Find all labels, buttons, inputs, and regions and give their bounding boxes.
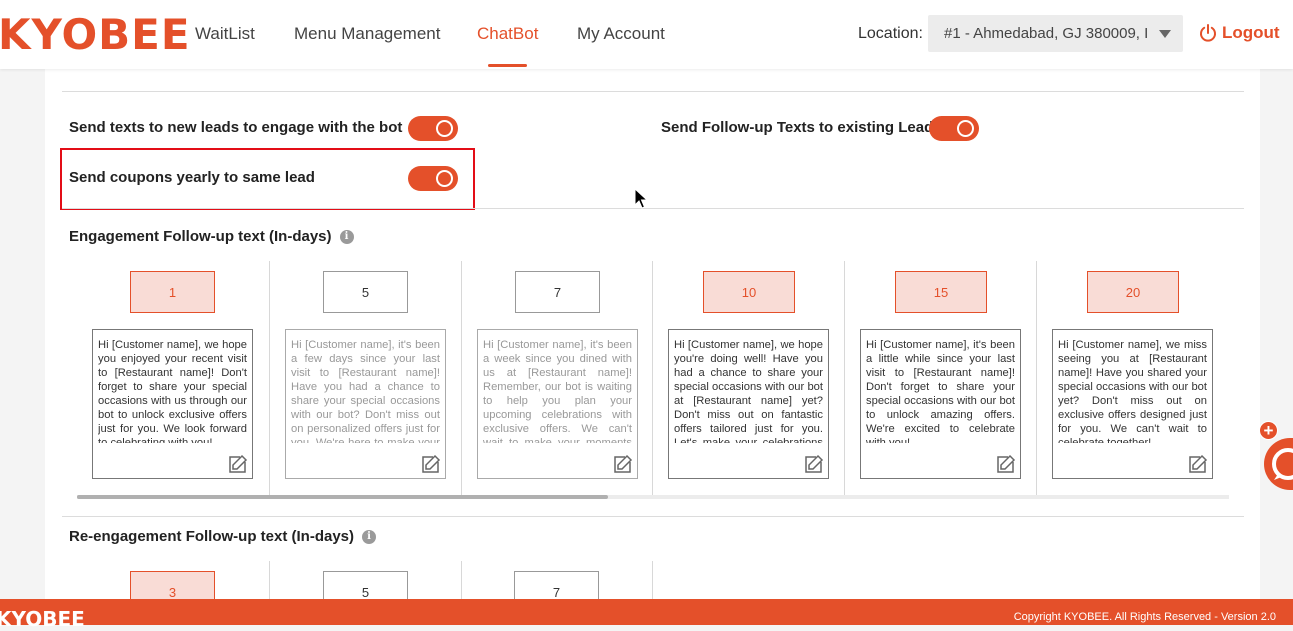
message-card: Hi [Customer name], we hope you're doing… bbox=[668, 329, 829, 479]
coupons-toggle[interactable] bbox=[408, 166, 458, 191]
location-select[interactable]: #1 - Ahmedabad, GJ 380009, India bbox=[928, 15, 1183, 52]
top-navigation-bar: KYOBEE WaitList Menu Management ChatBot … bbox=[0, 0, 1293, 69]
edit-icon[interactable] bbox=[613, 454, 633, 474]
mouse-cursor-icon bbox=[634, 188, 648, 209]
add-icon[interactable]: + bbox=[1259, 421, 1278, 440]
message-text[interactable]: Hi [Customer name], it's been a few days… bbox=[291, 338, 440, 443]
location-label: Location: bbox=[858, 25, 923, 42]
edit-icon[interactable] bbox=[228, 454, 248, 474]
location-select-value: #1 - Ahmedabad, GJ 380009, India bbox=[944, 25, 1149, 42]
chat-bubble-icon bbox=[1272, 448, 1293, 480]
info-icon[interactable]: i bbox=[362, 529, 377, 544]
edit-icon[interactable] bbox=[421, 454, 441, 474]
day-input-15[interactable]: 15 bbox=[895, 271, 987, 313]
engagement-section-title: Engagement Follow-up text (In-days) i bbox=[69, 228, 354, 245]
reengagement-section-title: Re-engagement Follow-up text (In-days) i bbox=[69, 528, 377, 545]
message-card: Hi [Customer name], it's been a few days… bbox=[285, 329, 446, 479]
message-text[interactable]: Hi [Customer name], we hope you enjoyed … bbox=[98, 338, 247, 443]
chevron-down-icon bbox=[1159, 30, 1171, 38]
info-icon[interactable]: i bbox=[339, 229, 354, 244]
reengagement-title-text: Re-engagement Follow-up text (In-days) bbox=[69, 528, 355, 545]
message-text[interactable]: Hi [Customer name], it's been a week sin… bbox=[483, 338, 632, 443]
divider bbox=[62, 516, 1244, 517]
footer-copyright: Copyright KYOBEE. All Rights Reserved - … bbox=[1013, 611, 1276, 623]
day-input-20[interactable]: 20 bbox=[1087, 271, 1179, 313]
message-text[interactable]: Hi [Customer name], we hope you're doing… bbox=[674, 338, 823, 443]
day-input-1[interactable]: 1 bbox=[130, 271, 215, 313]
day-input-5[interactable]: 5 bbox=[323, 271, 408, 313]
column-divider bbox=[844, 261, 845, 496]
divider bbox=[62, 91, 1244, 92]
horizontal-scrollbar[interactable] bbox=[77, 495, 1229, 499]
logout-button[interactable]: Logout bbox=[1198, 23, 1280, 43]
coupons-toggle-label: Send coupons yearly to same lead bbox=[69, 169, 315, 186]
message-card: Hi [Customer name], it's been a week sin… bbox=[477, 329, 638, 479]
new-leads-toggle-label: Send texts to new leads to engage with t… bbox=[69, 119, 403, 136]
edit-icon[interactable] bbox=[996, 454, 1016, 474]
day-input-10[interactable]: 10 bbox=[703, 271, 795, 313]
nav-item-waitlist[interactable]: WaitList bbox=[195, 24, 255, 44]
new-leads-toggle[interactable] bbox=[408, 116, 458, 141]
toggle-knob bbox=[436, 120, 453, 137]
follow-up-toggle[interactable] bbox=[929, 116, 979, 141]
edit-icon[interactable] bbox=[804, 454, 824, 474]
day-input-7[interactable]: 7 bbox=[515, 271, 600, 313]
column-divider bbox=[269, 261, 270, 496]
message-card: Hi [Customer name], we hope you enjoyed … bbox=[92, 329, 253, 479]
chat-widget-button[interactable] bbox=[1264, 438, 1293, 490]
column-divider bbox=[652, 261, 653, 496]
active-tab-indicator bbox=[488, 64, 527, 67]
message-card: Hi [Customer name], we miss seeing you a… bbox=[1052, 329, 1213, 479]
footer-logo: KYOBEE bbox=[0, 607, 85, 631]
nav-item-my-account[interactable]: My Account bbox=[577, 24, 665, 44]
nav-item-menu-management[interactable]: Menu Management bbox=[294, 24, 440, 44]
nav-item-chatbot[interactable]: ChatBot bbox=[477, 24, 538, 44]
follow-up-toggle-label: Send Follow-up Texts to existing Leads bbox=[661, 119, 942, 136]
column-divider bbox=[461, 561, 462, 601]
scrollbar-thumb[interactable] bbox=[77, 495, 608, 499]
footer: KYOBEE Copyright KYOBEE. All Rights Rese… bbox=[0, 599, 1293, 631]
edit-icon[interactable] bbox=[1188, 454, 1208, 474]
toggle-knob bbox=[957, 120, 974, 137]
column-divider bbox=[652, 561, 653, 601]
logout-label: Logout bbox=[1222, 23, 1280, 42]
message-text[interactable]: Hi [Customer name], it's been a little w… bbox=[866, 338, 1015, 443]
column-divider bbox=[269, 561, 270, 601]
column-divider bbox=[1036, 261, 1037, 496]
message-text[interactable]: Hi [Customer name], we miss seeing you a… bbox=[1058, 338, 1207, 443]
divider bbox=[62, 208, 1244, 209]
kyobee-logo[interactable]: KYOBEE bbox=[0, 10, 191, 59]
power-icon bbox=[1200, 24, 1216, 42]
column-divider bbox=[461, 261, 462, 496]
message-card: Hi [Customer name], it's been a little w… bbox=[860, 329, 1021, 479]
engagement-title-text: Engagement Follow-up text (In-days) bbox=[69, 228, 332, 245]
toggle-knob bbox=[436, 170, 453, 187]
